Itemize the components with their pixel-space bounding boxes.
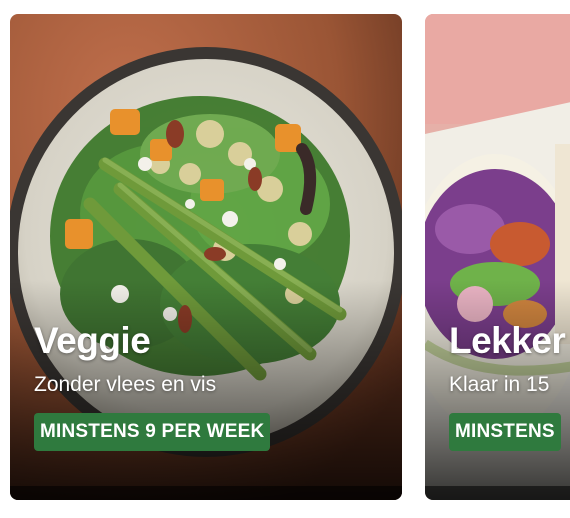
- recipe-category-carousel[interactable]: Veggie Zonder vlees en vis MINSTENS 9 PE…: [0, 0, 570, 518]
- card-bottom-strip: [10, 486, 402, 500]
- card-subtitle: Zonder vlees en vis: [34, 373, 217, 396]
- card-badge: MINSTENS: [449, 413, 561, 451]
- card-bottom-strip: [425, 486, 570, 500]
- card-subtitle: Klaar in 15: [449, 373, 550, 396]
- card-title: Veggie: [34, 320, 151, 361]
- card-title: Lekker: [449, 320, 566, 361]
- card-badge: MINSTENS 9 PER WEEK: [34, 413, 271, 451]
- category-card-lekker[interactable]: Lekker Klaar in 15 MINSTENS: [425, 14, 570, 500]
- category-card-veggie[interactable]: Veggie Zonder vlees en vis MINSTENS 9 PE…: [10, 14, 402, 500]
